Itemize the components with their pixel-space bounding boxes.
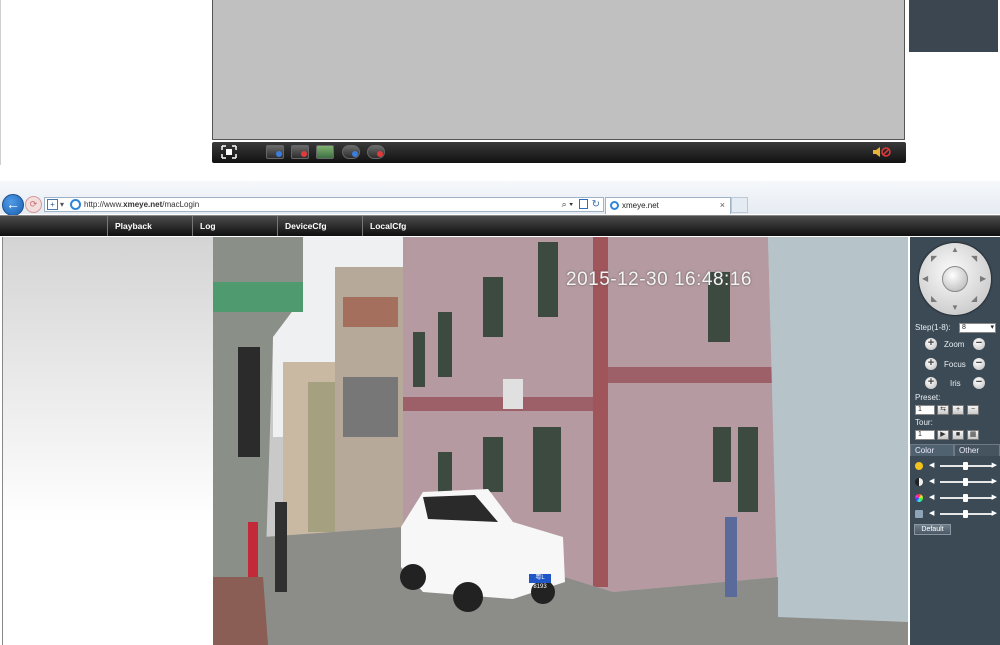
saturation-icon: [915, 494, 923, 502]
tab-color[interactable]: Color: [910, 444, 954, 456]
brightness-icon: [915, 462, 923, 470]
new-tab-button[interactable]: [731, 197, 748, 213]
tour-input[interactable]: 1: [915, 430, 935, 440]
slider-left-icon[interactable]: ◀: [929, 461, 934, 471]
refresh-icon[interactable]: ↻: [592, 198, 600, 211]
dropdown-arrow-icon[interactable]: ▾: [60, 198, 64, 211]
video-area-empty: [212, 0, 905, 140]
hue-icon: [915, 510, 923, 518]
contrast-slider[interactable]: ◀ ▶: [915, 477, 997, 487]
back-button[interactable]: ←: [2, 194, 24, 216]
search-icon[interactable]: ⌕ ▾: [562, 198, 573, 211]
menu-log[interactable]: Log: [192, 216, 278, 236]
camera-video[interactable]: 2015-12-30 16:48:16 粤L 8193: [213, 237, 908, 645]
step-label: Step(1-8):: [915, 323, 951, 332]
camera-scene: [213, 237, 908, 645]
slider-thumb[interactable]: [963, 494, 968, 502]
iris-open-button[interactable]: +: [925, 377, 937, 389]
arrow-right-icon[interactable]: ▶: [980, 275, 986, 283]
preset-add-button[interactable]: +: [952, 405, 964, 415]
slider-thumb[interactable]: [963, 462, 968, 470]
contrast-icon: [915, 478, 923, 486]
video-toolbar: [212, 142, 906, 163]
slider-right-icon[interactable]: ▶: [992, 461, 997, 471]
zoom-in-button[interactable]: +: [925, 338, 937, 350]
site-icon: +: [47, 199, 58, 210]
brightness-slider[interactable]: ◀ ▶: [915, 461, 997, 471]
ie-icon: [70, 199, 81, 210]
menu-localcfg[interactable]: LocalCfg: [362, 216, 448, 236]
device-list-panel: [2, 237, 214, 645]
step-select[interactable]: 8 ▾: [959, 323, 996, 333]
ptz-center-button[interactable]: [942, 266, 968, 292]
preset-label: Preset:: [915, 393, 941, 402]
ptz-direction-pad[interactable]: ▲ ▼ ◀ ▶ ◤ ◥ ◣ ◢: [919, 243, 991, 315]
tour-label: Tour:: [915, 418, 933, 427]
saturation-slider[interactable]: ◀ ▶: [915, 493, 997, 503]
preset-remove-button[interactable]: −: [967, 405, 979, 415]
menu-devicecfg[interactable]: DeviceCfg: [277, 216, 363, 236]
arrow-up-right-icon[interactable]: ◥: [971, 255, 977, 263]
hue-slider[interactable]: ◀ ▶: [915, 509, 997, 519]
record-icon[interactable]: [266, 145, 284, 159]
preset-input[interactable]: 1: [915, 405, 935, 415]
arrow-down-right-icon[interactable]: ◢: [971, 295, 977, 303]
stop-talk-icon[interactable]: [367, 145, 385, 159]
address-url[interactable]: http://www.xmeye.net/macLogin: [84, 198, 199, 211]
tour-stop-button[interactable]: ■: [952, 430, 964, 440]
menu-playback[interactable]: Playback: [107, 216, 193, 236]
tour-grid-button[interactable]: ▦: [967, 430, 979, 440]
preset-goto-button[interactable]: ⇆: [937, 405, 949, 415]
snapshot-icon[interactable]: [316, 145, 334, 159]
ptz-panel-top: [909, 0, 998, 52]
stop-record-icon[interactable]: [291, 145, 309, 159]
address-bar[interactable]: + ▾ http://www.xmeye.net/macLogin ⌕ ▾ ↻: [44, 197, 604, 212]
zoom-label: Zoom: [944, 340, 965, 349]
slider-right-icon[interactable]: ▶: [992, 493, 997, 503]
tab-other[interactable]: Other: [954, 444, 1000, 456]
browser-tab[interactable]: xmeye.net ×: [605, 197, 731, 214]
video-timestamp: 2015-12-30 16:48:16: [566, 269, 752, 290]
ptz-control-panel: ▲ ▼ ◀ ▶ ◤ ◥ ◣ ◢ Step(1-8): 8 ▾ + Zoom − +…: [910, 237, 1000, 645]
app-menubar: Playback Log DeviceCfg LocalCfg: [0, 215, 1000, 236]
tour-play-button[interactable]: ▶: [937, 430, 949, 440]
arrow-up-left-icon[interactable]: ◤: [931, 255, 937, 263]
default-button[interactable]: Default: [914, 524, 951, 535]
focus-in-button[interactable]: +: [925, 358, 937, 370]
slider-left-icon[interactable]: ◀: [929, 509, 934, 519]
tab-title: xmeye.net: [622, 201, 659, 210]
slider-left-icon[interactable]: ◀: [929, 493, 934, 503]
focus-label: Focus: [944, 360, 966, 369]
slider-right-icon[interactable]: ▶: [992, 477, 997, 487]
focus-out-button[interactable]: −: [973, 358, 985, 370]
license-plate: 粤L 8193: [529, 574, 551, 590]
arrow-up-icon[interactable]: ▲: [951, 246, 959, 254]
left-border: [0, 0, 1, 165]
slider-thumb[interactable]: [963, 478, 968, 486]
chevron-down-icon: ▾: [990, 324, 994, 331]
iris-close-button[interactable]: −: [973, 377, 985, 389]
slider-thumb[interactable]: [963, 510, 968, 518]
talk-icon[interactable]: [342, 145, 360, 159]
compatibility-icon[interactable]: [579, 199, 588, 209]
iris-label: Iris: [950, 379, 961, 388]
slider-left-icon[interactable]: ◀: [929, 477, 934, 487]
forward-button[interactable]: ⟳: [25, 196, 42, 213]
arrow-left-icon[interactable]: ◀: [922, 275, 928, 283]
arrow-down-left-icon[interactable]: ◣: [931, 295, 937, 303]
slider-right-icon[interactable]: ▶: [992, 509, 997, 519]
arrow-down-icon[interactable]: ▼: [951, 304, 959, 312]
ie-icon: [610, 201, 619, 210]
zoom-out-button[interactable]: −: [973, 338, 985, 350]
speaker-icon[interactable]: [872, 146, 892, 158]
fullscreen-icon[interactable]: [220, 145, 238, 159]
close-icon[interactable]: ×: [720, 198, 725, 213]
